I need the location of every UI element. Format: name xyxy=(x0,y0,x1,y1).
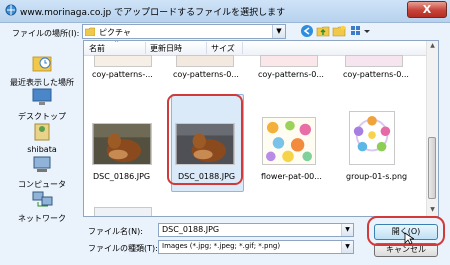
file-thumbnail[interactable] xyxy=(94,207,152,216)
column-date[interactable]: 更新日時 xyxy=(150,43,182,54)
vertical-scrollbar[interactable]: ▲ ▼ xyxy=(426,41,438,216)
column-divider[interactable] xyxy=(242,42,243,54)
back-arrow-icon xyxy=(301,25,313,37)
recent-places-icon xyxy=(32,56,52,72)
place-recent[interactable]: 最近表示した場所 xyxy=(4,52,80,88)
file-thumbnail[interactable] xyxy=(94,55,152,67)
scroll-down-icon[interactable]: ▼ xyxy=(429,206,436,214)
filename-value: DSC_0188.JPG xyxy=(162,225,220,234)
place-computer[interactable]: コンピュータ xyxy=(4,154,80,190)
column-divider[interactable] xyxy=(206,42,207,54)
mouse-cursor-icon xyxy=(404,232,414,245)
column-size[interactable]: サイズ xyxy=(211,43,235,54)
lookin-label: ファイルの場所(I): xyxy=(12,29,80,38)
up-folder-button[interactable] xyxy=(316,24,330,38)
place-user[interactable]: shibata xyxy=(4,120,80,154)
back-button[interactable] xyxy=(300,24,314,38)
filetype-select[interactable]: Images (*.jpg; *.jpeg; *.gif; *.png) ▼ xyxy=(158,240,354,254)
file-thumbnail[interactable] xyxy=(345,55,403,67)
views-icon xyxy=(351,26,370,35)
user-folder-icon xyxy=(34,123,50,141)
column-divider[interactable] xyxy=(145,42,146,54)
views-menu-button[interactable] xyxy=(350,24,372,38)
scroll-up-icon[interactable]: ▲ xyxy=(429,42,436,50)
column-name[interactable]: 名前 xyxy=(89,43,105,54)
selected-file-annotation xyxy=(167,94,243,185)
filetype-value: Images (*.jpg; *.jpeg; *.gif; *.png) xyxy=(162,242,281,250)
place-label: ネットワーク xyxy=(18,214,66,223)
file-label[interactable]: DSC_0186.JPG xyxy=(93,172,150,181)
up-folder-icon xyxy=(316,26,330,37)
filetype-label: ファイルの種類(T): xyxy=(88,244,158,253)
file-thumbnail[interactable] xyxy=(260,55,318,67)
folder-icon xyxy=(85,27,95,36)
chevron-down-icon[interactable]: ▼ xyxy=(341,241,353,253)
file-thumbnail[interactable] xyxy=(92,123,152,165)
scroll-thumb[interactable] xyxy=(428,137,436,199)
new-folder-button[interactable] xyxy=(332,24,346,38)
place-network[interactable]: ネットワーク xyxy=(4,188,80,224)
column-header: 名前 ^ 更新日時 サイズ xyxy=(84,41,430,56)
file-label[interactable]: coy-patterns-0... xyxy=(173,70,239,79)
window-title: www.morinaga.co.jp でアップロードするファイルを選択します xyxy=(20,8,286,18)
app-icon xyxy=(5,4,17,16)
title-bar: www.morinaga.co.jp でアップロードするファイルを選択します X xyxy=(0,0,450,23)
chevron-down-icon[interactable]: ▼ xyxy=(341,224,353,236)
places-bar: 最近表示した場所 デスクトップ shibata コンピュータ ネットワーク xyxy=(4,40,80,223)
place-desktop[interactable]: デスクトップ xyxy=(4,86,80,122)
filename-label: ファイル名(N): xyxy=(88,227,143,236)
lookin-value: ピクチャ xyxy=(99,28,131,37)
network-icon xyxy=(32,191,53,207)
file-list[interactable]: 名前 ^ 更新日時 サイズ coy-patterns-... coy-patte… xyxy=(83,40,439,217)
file-thumbnail[interactable] xyxy=(349,111,395,165)
place-label: shibata xyxy=(27,145,57,154)
file-thumbnail[interactable] xyxy=(262,117,316,165)
new-folder-icon xyxy=(332,25,346,37)
computer-icon xyxy=(33,156,51,172)
chevron-down-icon[interactable]: ▼ xyxy=(272,25,285,38)
file-label[interactable]: flower-pat-00... xyxy=(261,172,322,181)
close-button[interactable]: X xyxy=(407,1,447,18)
lookin-combo[interactable]: ピクチャ ▼ xyxy=(82,24,286,39)
file-label[interactable]: coy-patterns-0... xyxy=(343,70,409,79)
desktop-icon xyxy=(32,88,52,105)
filename-field[interactable]: DSC_0188.JPG ▼ xyxy=(158,223,354,237)
file-open-dialog: www.morinaga.co.jp でアップロードするファイルを選択します X… xyxy=(0,0,450,265)
sort-arrow-icon: ^ xyxy=(114,40,120,47)
nav-toolbar xyxy=(300,24,390,39)
file-label[interactable]: coy-patterns-... xyxy=(92,70,153,79)
file-label[interactable]: group-01-s.png xyxy=(346,172,407,181)
file-label[interactable]: coy-patterns-0... xyxy=(258,70,324,79)
file-thumbnail[interactable] xyxy=(176,55,234,67)
